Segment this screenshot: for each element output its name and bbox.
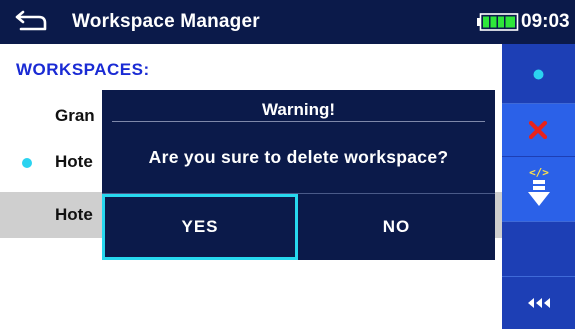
svg-text:</>: </>: [529, 166, 549, 179]
sidebar-back-button[interactable]: [502, 277, 575, 329]
yes-button[interactable]: YES: [102, 194, 298, 260]
warning-dialog: Warning! Are you sure to delete workspac…: [102, 90, 495, 260]
back-triangles-icon: [528, 298, 550, 308]
export-download-icon: </>: [528, 166, 550, 206]
title-bar: Workspace Manager 09:03: [0, 0, 575, 44]
sidebar-empty-slot: [502, 222, 575, 276]
open-workspace-dot-icon: [533, 69, 544, 80]
battery-full-icon: [477, 13, 519, 31]
active-workspace-dot-icon: [22, 158, 32, 168]
export-workspace-button[interactable]: </>: [502, 157, 575, 221]
workspace-item-label: Hote: [55, 152, 93, 171]
delete-x-icon: [529, 121, 547, 139]
clock: 09:03: [521, 11, 570, 32]
delete-workspace-button[interactable]: [502, 104, 575, 156]
dialog-title-separator: [112, 121, 485, 122]
workspace-item-label: Gran: [55, 106, 95, 125]
app-title: Workspace Manager: [72, 11, 260, 32]
sidebar-toolbar: </>: [502, 44, 575, 329]
dialog-message: Are you sure to delete workspace?: [148, 147, 449, 167]
dialog-title: Warning!: [261, 100, 336, 119]
no-button[interactable]: NO: [298, 194, 495, 260]
workspace-item-label: Hote: [55, 205, 93, 224]
workspaces-header: WORKSPACES:: [16, 60, 150, 79]
back-arrow-icon[interactable]: [15, 8, 51, 36]
open-workspace-button[interactable]: [502, 44, 575, 103]
